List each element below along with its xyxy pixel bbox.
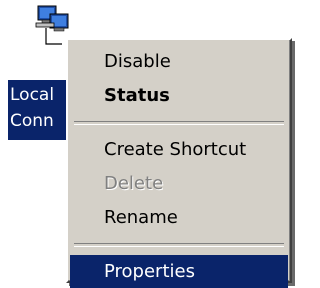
context-menu: Disable Status Create Shortcut Delete Re… — [66, 38, 292, 288]
menu-item-create-shortcut[interactable]: Create Shortcut — [70, 133, 288, 167]
menu-separator — [74, 243, 284, 247]
menu-separator — [74, 121, 284, 125]
desktop-icon-label[interactable]: Local Conn — [8, 80, 68, 140]
menu-item-delete: Delete — [104, 173, 164, 194]
desktop-label-line-2: Conn — [10, 111, 54, 131]
menu-item-disable[interactable]: Disable — [70, 45, 288, 79]
desktop-label-line-1: Local — [10, 85, 55, 105]
desktop-area: Local Conn Disable Status Create Shortcu… — [0, 0, 302, 288]
menu-item-rename[interactable]: Rename — [70, 201, 288, 235]
menu-item-properties[interactable]: Properties — [70, 255, 288, 288]
menu-item-status[interactable]: Status — [70, 79, 288, 113]
